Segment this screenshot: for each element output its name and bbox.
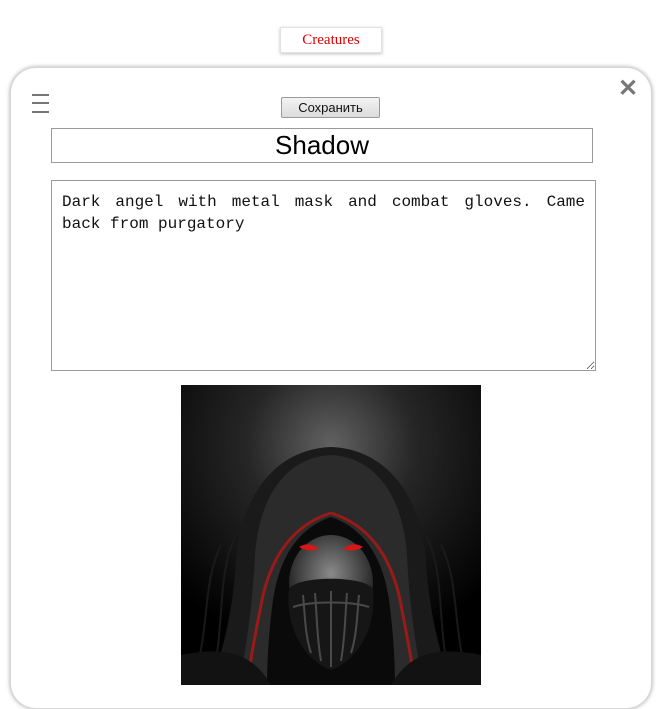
hamburger-menu-icon[interactable] — [32, 92, 50, 114]
creature-name-input[interactable] — [51, 128, 593, 163]
creatures-tab[interactable]: Creatures — [280, 27, 382, 53]
close-icon[interactable]: ✕ — [618, 76, 638, 102]
creature-description-textarea[interactable]: Dark angel with metal mask and combat gl… — [51, 180, 596, 371]
hooded-figure-illustration — [181, 385, 481, 685]
save-button[interactable]: Сохранить — [281, 97, 380, 118]
creature-image — [181, 385, 481, 685]
creature-editor-card: ✕ Сохранить Dark angel with metal mask a… — [10, 67, 652, 709]
